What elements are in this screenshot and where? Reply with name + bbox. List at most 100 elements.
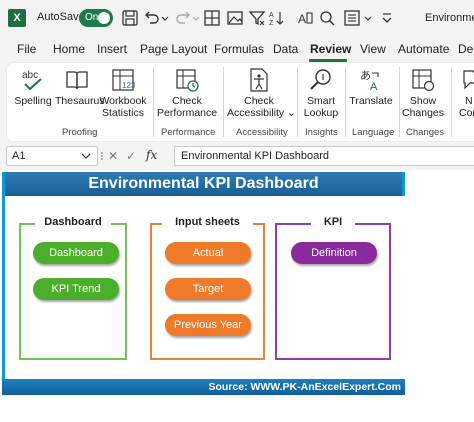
thesaurus-button[interactable]: Thesaurus [55,67,105,107]
text-format-icon[interactable]: A [296,9,314,27]
tab-file[interactable]: File [17,42,36,56]
dashboard-body: Dashboard Dashboard KPI Trend Input shee… [2,196,405,380]
grip-icon[interactable] [100,151,104,161]
title-bar: X AutoSave On AZ A Environmen [0,0,474,36]
save-icon[interactable] [121,9,139,27]
workbook-statistics-button[interactable]: 123 Workbook Statistics [99,67,147,119]
spelling-button[interactable]: abc Spelling [11,67,55,107]
smart-lookup-button[interactable]: Smart Lookup [301,67,341,119]
autosave-state: On [85,12,99,23]
check-accessibility-text: Accessibility [227,107,285,119]
form-icon[interactable] [343,9,361,27]
tab-automate[interactable]: Automate [398,42,449,56]
formula-bar: A1 ✕ ✓ fx Environmental KPI Dashboard [0,144,474,168]
show-changes-label-2: Changes [401,107,445,119]
thesaurus-book-icon [66,71,88,90]
check-accessibility-button[interactable]: Check Accessibility ⌄ [227,67,296,119]
workbook-statistics-label-2: Statistics [101,107,144,119]
tab-home[interactable]: Home [53,42,85,56]
tab-page-layout[interactable]: Page Layout [140,42,207,56]
dashboard-banner: Environmental KPI Dashboard [2,172,405,196]
kpi-panel: KPI Definition [275,216,391,360]
undo-icon[interactable] [143,9,161,27]
toggle-knob [98,12,110,24]
check-accessibility-icon [250,68,268,92]
ribbon-tabs: File Home Insert Page Layout Formulas Da… [0,36,474,62]
picture-icon[interactable] [226,9,244,27]
thesaurus-label: Thesaurus [55,95,105,107]
cell-reference: A1 [12,150,26,162]
show-changes-label-1: Show [409,95,437,107]
formula-input[interactable]: Environmental KPI Dashboard [174,146,474,166]
tab-developer[interactable]: De [458,42,473,56]
smart-lookup-label-1: Smart [306,95,335,107]
chevron-down-icon [81,153,91,159]
borders-icon[interactable] [203,9,221,27]
new-comment-button[interactable]: N Com [455,67,474,119]
undo-dropdown-icon[interactable] [160,9,170,27]
quick-access-more-icon[interactable] [378,9,396,27]
excel-logo-icon: X [8,9,26,27]
check-performance-button[interactable]: Check Performance [157,67,217,119]
tab-insert[interactable]: Insert [97,42,127,56]
group-separator [451,67,452,137]
kpi-panel-title: KPI [323,216,343,228]
proofing-group-label: Proofing [62,127,98,138]
name-box[interactable]: A1 [6,146,98,166]
dashboard-button[interactable]: Dashboard [33,242,119,264]
accessibility-group-label: Accessibility [236,127,288,138]
spelling-icon: abc [22,70,42,91]
sort-icon[interactable]: AZ [268,9,286,27]
check-performance-label-1: Check [172,95,202,107]
svg-text:abc: abc [22,70,38,81]
actual-button[interactable]: Actual [165,242,251,264]
translate-button[interactable]: あA Translate [349,67,393,107]
svg-text:123: 123 [122,81,136,90]
svg-text:A: A [370,81,378,93]
worksheet-area[interactable]: Environmental KPI Dashboard Dashboard Da… [0,170,474,422]
insights-group-label: Insights [305,127,338,138]
dashboard-title: Environmental KPI Dashboard [88,175,319,192]
active-tab-indicator [309,59,347,62]
autosave-label: AutoSave [37,11,85,23]
definition-button[interactable]: Definition [291,242,377,264]
insert-function-icon[interactable]: fx [146,148,157,162]
show-changes-icon [412,69,435,92]
previous-year-button[interactable]: Previous Year [165,314,251,336]
formula-content: Environmental KPI Dashboard [181,150,329,162]
workbook-statistics-icon: 123 [112,69,136,91]
translate-icon: あA [360,69,379,93]
dashboard-footer: Source: WWW.PK-AnExcelExpert.Com [2,379,405,395]
new-comment-label-1: N [465,95,473,107]
check-performance-label-2: Performance [157,107,218,119]
filter-icon[interactable] [248,9,266,27]
kpi-trend-button[interactable]: KPI Trend [33,278,119,300]
enter-icon[interactable]: ✓ [126,149,136,163]
tab-formulas[interactable]: Formulas [214,42,264,56]
source-credit: Source: WWW.PK-AnExcelExpert.Com [208,381,401,393]
form-dropdown-icon[interactable] [363,9,373,27]
workbook-statistics-label-1: Workbook [99,95,147,107]
svg-text:Z: Z [269,20,274,27]
zoom-icon[interactable] [318,9,336,27]
check-accessibility-label-2: Accessibility ⌄ [227,107,296,119]
translate-label: Translate [349,95,393,107]
autosave-toggle[interactable]: On [79,9,113,27]
tab-review[interactable]: Review [310,42,351,56]
input-sheets-panel: Input sheets Actual Target Previous Year [150,216,265,360]
changes-group-label: Changes [406,127,445,138]
group-separator [153,67,154,137]
document-title: Environmen [425,12,474,24]
redo-icon[interactable] [174,9,192,27]
cancel-icon[interactable]: ✕ [108,149,118,163]
performance-group-label: Performance [161,127,216,138]
smart-lookup-label-2: Lookup [303,107,339,119]
show-changes-button[interactable]: Show Changes [401,67,445,119]
tab-view[interactable]: View [360,42,386,56]
group-separator [223,67,224,137]
target-button[interactable]: Target [165,278,251,300]
tab-data[interactable]: Data [273,42,298,56]
input-sheets-panel-title: Input sheets [175,216,240,228]
redo-dropdown-icon[interactable] [191,9,201,27]
chevron-down-icon: ⌄ [287,107,296,119]
